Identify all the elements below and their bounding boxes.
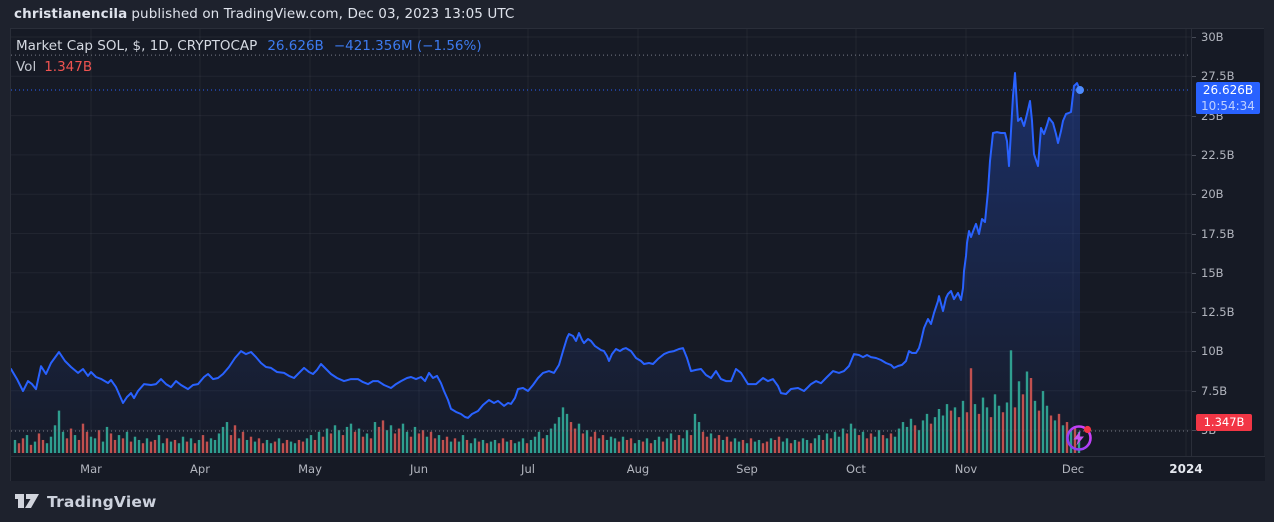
time-tick-label: Aug [627, 462, 649, 476]
price-tick-mark [1192, 116, 1196, 117]
volume-badge: 1.347B [1196, 414, 1252, 431]
tradingview-brand-text[interactable]: TradingView [47, 493, 157, 511]
price-tick-mark [1192, 351, 1196, 352]
time-tick-label: 2024 [1169, 462, 1202, 476]
price-tick-mark [1192, 194, 1196, 195]
price-tick-mark [1192, 76, 1196, 77]
price-tick-label: 10B [1201, 344, 1224, 358]
publish-bar: christianencila published on TradingView… [0, 0, 1274, 28]
time-tick-label: Jul [521, 462, 535, 476]
volume-value: 1.347B [44, 58, 92, 77]
price-tick-mark [1192, 234, 1196, 235]
price-tick-mark [1192, 273, 1196, 274]
time-tick-label: Dec [1062, 462, 1084, 476]
price-chart-canvas[interactable] [11, 29, 1191, 456]
price-tick-label: 17.5B [1201, 227, 1235, 241]
tradingview-logo-icon[interactable] [14, 493, 40, 510]
price-tick-label: 30B [1201, 30, 1224, 44]
price-tick-mark [1192, 312, 1196, 313]
price-tick-label: 7.5B [1201, 384, 1227, 398]
symbol-change: −421.356M (−1.56%) [334, 37, 482, 56]
price-tick-mark [1192, 37, 1196, 38]
time-tick-label: Mar [80, 462, 102, 476]
price-tick-mark [1192, 155, 1196, 156]
symbol-value: 26.626B [267, 37, 324, 56]
time-tick-label: Apr [190, 462, 210, 476]
lightning-icon [1059, 418, 1099, 458]
time-tick-label: Oct [846, 462, 866, 476]
time-axis[interactable]: Mar Apr May Jun Jul Aug Sep Oct Nov Dec 2024 [11, 456, 1265, 481]
brand-bar: TradingView [0, 481, 1274, 522]
current-price-value: 26.626B [1196, 82, 1260, 98]
price-axis[interactable]: 26.626B 10:54:34 1.347B 30B27.5B25B22.5B… [1191, 29, 1264, 456]
symbol-title: Market Cap SOL, $, 1D, CRYPTOCAP [16, 37, 257, 56]
publish-author: christianencila [14, 6, 127, 22]
volume-label: Vol [16, 58, 36, 77]
flash-marker-button[interactable] [1059, 418, 1099, 458]
chart-legend: Market Cap SOL, $, 1D, CRYPTOCAP 26.626B… [16, 37, 482, 77]
price-tick-mark [1192, 391, 1196, 392]
price-tick-label: 15B [1201, 266, 1224, 280]
notification-dot [1084, 426, 1091, 433]
price-tick-label: 12.5B [1201, 305, 1235, 319]
legend-symbol-row[interactable]: Market Cap SOL, $, 1D, CRYPTOCAP 26.626B… [16, 37, 482, 56]
publish-text: published on TradingView.com, Dec 03, 20… [131, 6, 514, 22]
time-tick-label: Nov [955, 462, 977, 476]
time-tick-label: May [298, 462, 322, 476]
time-tick-label: Sep [736, 462, 758, 476]
chart-plot-area[interactable]: Market Cap SOL, $, 1D, CRYPTOCAP 26.626B… [11, 29, 1191, 456]
time-tick-label: Jun [410, 462, 428, 476]
bar-countdown: 10:54:34 [1196, 98, 1260, 114]
current-price-badge: 26.626B 10:54:34 [1196, 82, 1260, 114]
chart-frame: Market Cap SOL, $, 1D, CRYPTOCAP 26.626B… [10, 28, 1264, 481]
price-tick-label: 20B [1201, 187, 1224, 201]
legend-volume-row[interactable]: Vol 1.347B [16, 58, 482, 77]
price-tick-label: 22.5B [1201, 148, 1235, 162]
